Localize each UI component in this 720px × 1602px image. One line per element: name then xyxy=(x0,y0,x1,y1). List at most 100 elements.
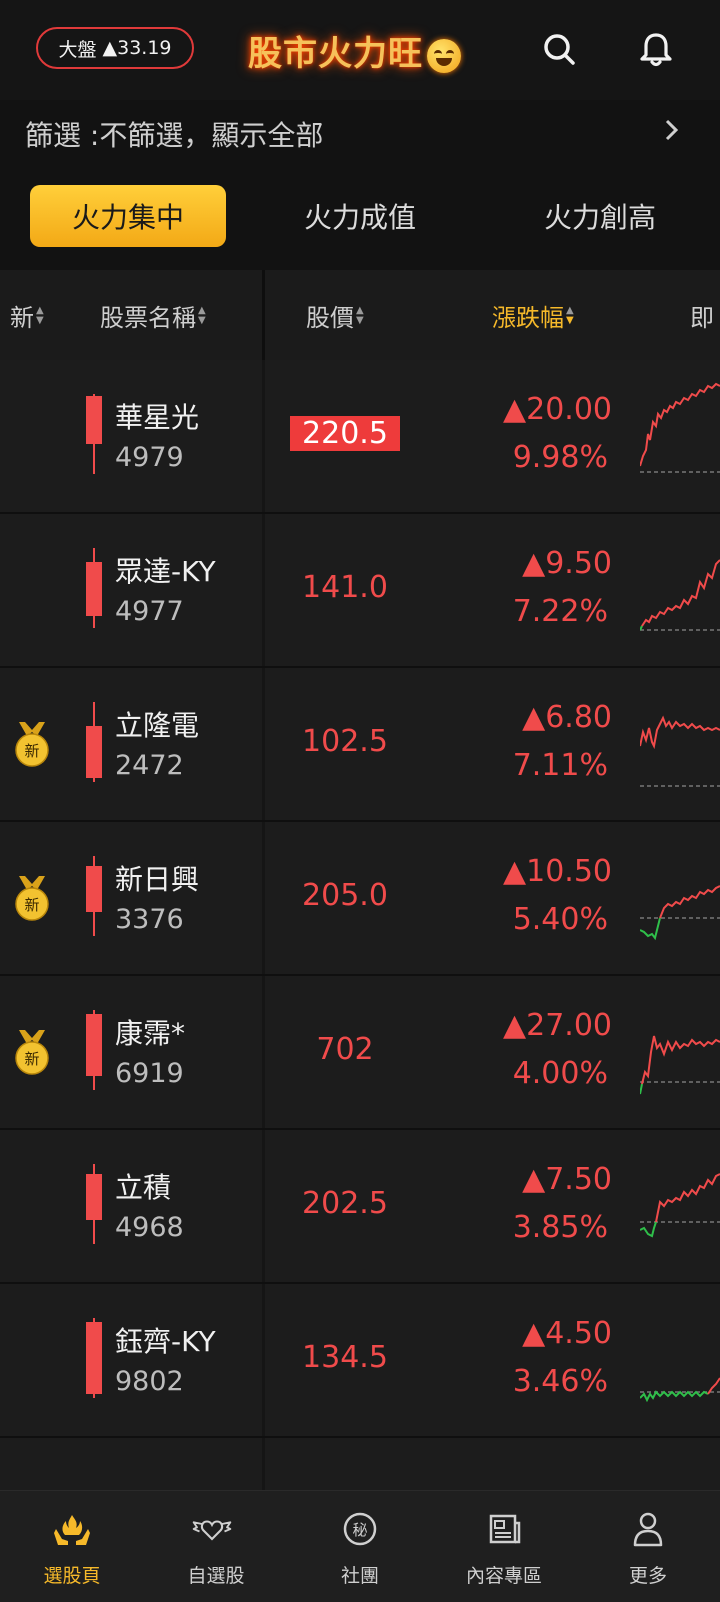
table-row[interactable]: 新 新日興 3376 205.0 ▲10.50 5.40% xyxy=(0,822,720,976)
stock-name: 新日興 xyxy=(115,863,200,896)
intraday-sparkline xyxy=(640,885,720,941)
newspaper-icon xyxy=(489,1514,521,1544)
nav-watchlist[interactable]: 自選股 xyxy=(144,1491,288,1602)
grinning-face-icon xyxy=(427,39,461,73)
candlestick-icon xyxy=(86,1318,102,1398)
intraday-sparkline xyxy=(640,559,720,631)
nav-label: 更多 xyxy=(628,1565,667,1587)
sort-desc-icon: ▲ ▼ xyxy=(566,304,574,326)
tab-fire-volume[interactable]: 火力成值 xyxy=(260,185,460,247)
column-divider xyxy=(262,822,265,974)
table-row-partial[interactable] xyxy=(0,1438,720,1490)
stock-code: 3376 xyxy=(115,904,184,935)
app-header: 大盤 ▲33.19 股市火力旺 xyxy=(0,0,720,100)
intraday-sparkline xyxy=(640,1377,720,1403)
candlestick-icon xyxy=(86,1164,102,1244)
table-header: 新 ▲ ▼ 股票名稱 ▲ ▼ 股價 ▲ ▼ 漲跌幅 ▲ ▼ 即 xyxy=(0,270,720,360)
stock-code: 4977 xyxy=(115,596,184,627)
candlestick-icon xyxy=(86,1010,102,1090)
column-header-realtime[interactable]: 即 xyxy=(690,298,714,333)
stock-name: 立積 xyxy=(115,1171,172,1204)
column-header-new[interactable]: 新 ▲ ▼ xyxy=(10,298,44,333)
bell-icon xyxy=(640,33,672,67)
nav-community[interactable]: 秘 社團 xyxy=(288,1491,432,1602)
stock-change: ▲20.00 xyxy=(503,392,612,427)
filter-label: 篩選 :不篩選，顯示全部 xyxy=(25,119,324,152)
market-index-change: ▲33.19 xyxy=(102,37,172,59)
winged-heart-icon xyxy=(192,1520,232,1541)
column-header-price-label: 股價 xyxy=(306,304,354,332)
stock-change: ▲6.80 xyxy=(522,700,612,735)
new-medal-icon: 新 xyxy=(15,1030,49,1075)
column-header-price[interactable]: 股價 ▲ ▼ xyxy=(306,298,364,333)
column-header-change-label: 漲跌幅 xyxy=(492,304,564,332)
candlestick-icon xyxy=(86,702,102,782)
nav-label: 自選股 xyxy=(187,1565,245,1587)
nav-more[interactable]: 更多 xyxy=(576,1491,720,1602)
column-divider xyxy=(262,976,265,1128)
stock-change: ▲7.50 xyxy=(522,1162,612,1197)
table-row[interactable]: 華星光 4979 220.5 ▲20.00 9.98% xyxy=(0,360,720,514)
stock-price: 134.5 xyxy=(302,1340,388,1375)
candlestick-icon xyxy=(86,856,102,936)
stock-change-percent: 3.46% xyxy=(512,1364,608,1399)
nav-label: 內容專區 xyxy=(465,1565,542,1587)
tab-fire-new-high[interactable]: 火力創高 xyxy=(500,185,700,247)
column-header-name-label: 股票名稱 xyxy=(100,304,196,332)
stock-change: ▲10.50 xyxy=(503,854,612,889)
table-row[interactable]: 眾達-KY 4977 141.0 ▲9.50 7.22% xyxy=(0,514,720,668)
nav-label: 選股頁 xyxy=(43,1565,101,1587)
column-divider xyxy=(262,270,265,360)
column-header-name[interactable]: 股票名稱 ▲ ▼ xyxy=(100,298,206,333)
column-divider xyxy=(262,1130,265,1282)
notification-button[interactable] xyxy=(634,28,678,72)
column-divider xyxy=(262,668,265,820)
stock-code: 2472 xyxy=(115,750,184,781)
app-title: 股市火力旺 xyxy=(248,26,461,75)
column-header-change[interactable]: 漲跌幅 ▲ ▼ xyxy=(492,298,574,333)
column-divider xyxy=(262,514,265,666)
sort-icon: ▲ ▼ xyxy=(36,304,44,326)
column-divider xyxy=(262,1438,265,1490)
nav-stock-picker[interactable]: 選股頁 xyxy=(0,1491,144,1602)
column-divider xyxy=(262,360,265,512)
chevron-right-icon xyxy=(665,119,679,141)
stock-change-percent: 9.98% xyxy=(512,440,608,475)
table-row[interactable]: 立積 4968 202.5 ▲7.50 3.85% xyxy=(0,1130,720,1284)
new-medal-text: 新 xyxy=(24,742,39,760)
stock-price: 220.5 xyxy=(290,416,400,451)
column-header-realtime-label: 即 xyxy=(690,304,714,332)
table-row[interactable]: 新 立隆電 2472 102.5 ▲6.80 7.11% xyxy=(0,668,720,822)
stock-price: 141.0 xyxy=(302,570,388,605)
fire-hands-icon xyxy=(54,1515,90,1545)
table-row[interactable]: 新 康霈* 6919 702 ▲27.00 4.00% xyxy=(0,976,720,1130)
stock-name: 康霈* xyxy=(115,1017,186,1050)
filter-row[interactable]: 篩選 :不篩選，顯示全部 xyxy=(0,100,720,166)
stock-code: 9802 xyxy=(115,1366,184,1397)
stock-change-percent: 5.40% xyxy=(512,902,608,937)
tab-bar: 火力集中 火力成值 火力創高 xyxy=(0,180,720,252)
stock-price: 205.0 xyxy=(302,878,388,913)
tab-fire-concentrated[interactable]: 火力集中 xyxy=(30,185,226,247)
stock-change: ▲9.50 xyxy=(522,546,612,581)
stock-name: 立隆電 xyxy=(115,709,200,742)
secret-badge-icon: 秘 xyxy=(343,1512,377,1546)
table-row[interactable]: 鈺齊-KY 9802 134.5 ▲4.50 3.46% xyxy=(0,1284,720,1438)
stock-change: ▲4.50 xyxy=(522,1316,612,1351)
intraday-sparkline xyxy=(640,382,720,473)
new-medal-icon: 新 xyxy=(15,722,49,767)
stock-name: 華星光 xyxy=(115,401,200,434)
new-medal-icon: 新 xyxy=(15,876,49,921)
stock-change: ▲27.00 xyxy=(503,1008,612,1043)
nav-content[interactable]: 內容專區 xyxy=(432,1491,576,1602)
candlestick-icon xyxy=(86,548,102,628)
search-button[interactable] xyxy=(538,28,582,72)
column-divider xyxy=(262,1284,265,1436)
intraday-sparkline xyxy=(640,715,720,787)
market-index-pill[interactable]: 大盤 ▲33.19 xyxy=(36,27,194,69)
stock-change-percent: 7.22% xyxy=(512,594,608,629)
intraday-sparkline xyxy=(640,1173,720,1238)
stock-code: 4979 xyxy=(115,442,184,473)
stock-code: 4968 xyxy=(115,1212,184,1243)
sort-icon: ▲ ▼ xyxy=(356,304,364,326)
